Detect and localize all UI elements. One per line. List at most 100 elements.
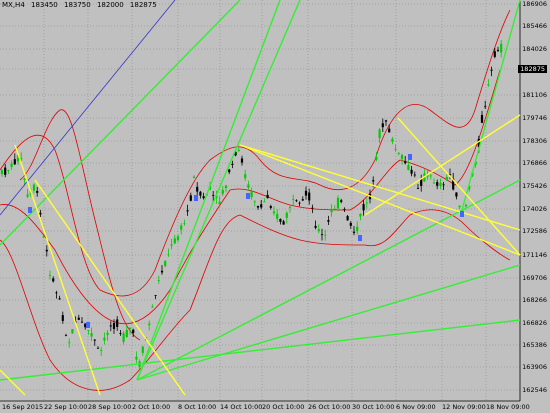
candle-body <box>186 210 189 212</box>
candle-body <box>404 161 407 164</box>
candle <box>301 196 304 202</box>
candle-body <box>304 190 308 196</box>
symbol-timeframe: MX,H4 <box>2 1 25 9</box>
candle-body <box>311 207 314 209</box>
candle-body <box>436 182 439 186</box>
chart-window[interactable]: MX,H4 183450 183750 182000 182875 186906… <box>0 0 550 413</box>
candle-body <box>250 190 253 198</box>
time-tick-label: 28 Sep 10:00 <box>88 403 132 411</box>
candle-body <box>151 306 154 308</box>
chart-header: MX,H4 183450 183750 182000 182875 <box>2 1 161 9</box>
candle-body <box>410 169 413 174</box>
price-chart[interactable] <box>0 0 550 413</box>
candle-body <box>375 156 378 160</box>
candle <box>500 39 503 58</box>
candle <box>314 220 317 230</box>
price-tick-label: 174026 <box>522 205 547 213</box>
trend-line <box>136 0 301 381</box>
candle <box>170 238 173 250</box>
candle-body <box>45 249 48 252</box>
candle <box>61 311 64 324</box>
candle <box>13 153 16 166</box>
candle <box>240 155 244 166</box>
candle <box>416 184 420 190</box>
candle-body <box>317 229 320 232</box>
candle-body <box>282 221 285 225</box>
candle-body <box>327 220 330 222</box>
candle-body <box>356 226 359 232</box>
candle <box>141 345 144 356</box>
fractal-arrow <box>460 211 464 217</box>
candle-body <box>36 191 39 193</box>
candle <box>218 196 221 205</box>
fractal-arrow <box>408 154 412 160</box>
candle <box>103 332 106 345</box>
candle <box>36 186 39 197</box>
candle-body <box>13 159 16 165</box>
candle <box>384 119 388 126</box>
price-tick-label: 162546 <box>522 386 547 394</box>
candle <box>228 168 231 175</box>
candle <box>340 198 343 204</box>
candle <box>496 46 500 52</box>
candle <box>282 219 285 225</box>
candle-body <box>343 209 346 210</box>
candle <box>413 171 416 178</box>
price-tick-label: 169706 <box>522 274 547 282</box>
candle-body <box>192 176 196 178</box>
candle-body <box>183 223 186 225</box>
price-tick-label: 168266 <box>522 296 547 304</box>
candle <box>58 295 61 300</box>
candle-body <box>266 194 269 199</box>
candle <box>64 333 68 337</box>
time-tick-label: 20 Oct 10:00 <box>262 403 305 411</box>
candle-body <box>52 278 55 282</box>
candle <box>180 223 183 235</box>
candle <box>336 195 340 211</box>
candle <box>202 192 205 200</box>
candle <box>480 110 484 124</box>
candle <box>199 190 202 199</box>
candle-body <box>400 155 404 159</box>
candle <box>320 228 324 241</box>
candle-body <box>218 201 221 205</box>
candle-body <box>487 84 490 86</box>
candle-body <box>77 317 80 320</box>
candle <box>84 323 87 330</box>
candle <box>90 327 93 341</box>
candle-body <box>384 120 388 122</box>
candle-body <box>253 201 256 203</box>
bollinger-band <box>0 9 511 297</box>
candle-body <box>308 192 311 201</box>
price-tick-label: 179746 <box>522 114 547 122</box>
candle <box>429 173 432 180</box>
candle-body <box>160 270 164 273</box>
candle <box>436 179 439 190</box>
trend-lines <box>0 0 521 396</box>
candle <box>231 160 234 169</box>
candle <box>93 339 96 346</box>
candle <box>304 186 308 200</box>
candle <box>365 198 368 209</box>
candle-body <box>295 200 298 202</box>
candle <box>458 205 461 210</box>
candle <box>432 178 436 184</box>
candle-body <box>135 356 138 360</box>
candle-body <box>263 201 266 203</box>
candle <box>263 198 266 203</box>
candle <box>327 215 330 226</box>
candle-body <box>362 204 365 211</box>
candle <box>125 325 128 338</box>
candle <box>160 265 164 275</box>
candle <box>356 221 359 235</box>
candle <box>317 224 320 234</box>
price-tick-label: 176866 <box>522 159 547 167</box>
candle <box>4 164 7 178</box>
candle <box>455 192 458 200</box>
candle <box>119 329 122 336</box>
candle-body <box>125 329 128 337</box>
candle-body <box>439 182 442 186</box>
price-tick-label: 186906 <box>522 0 547 8</box>
candle <box>0 168 4 177</box>
candle <box>10 160 13 170</box>
